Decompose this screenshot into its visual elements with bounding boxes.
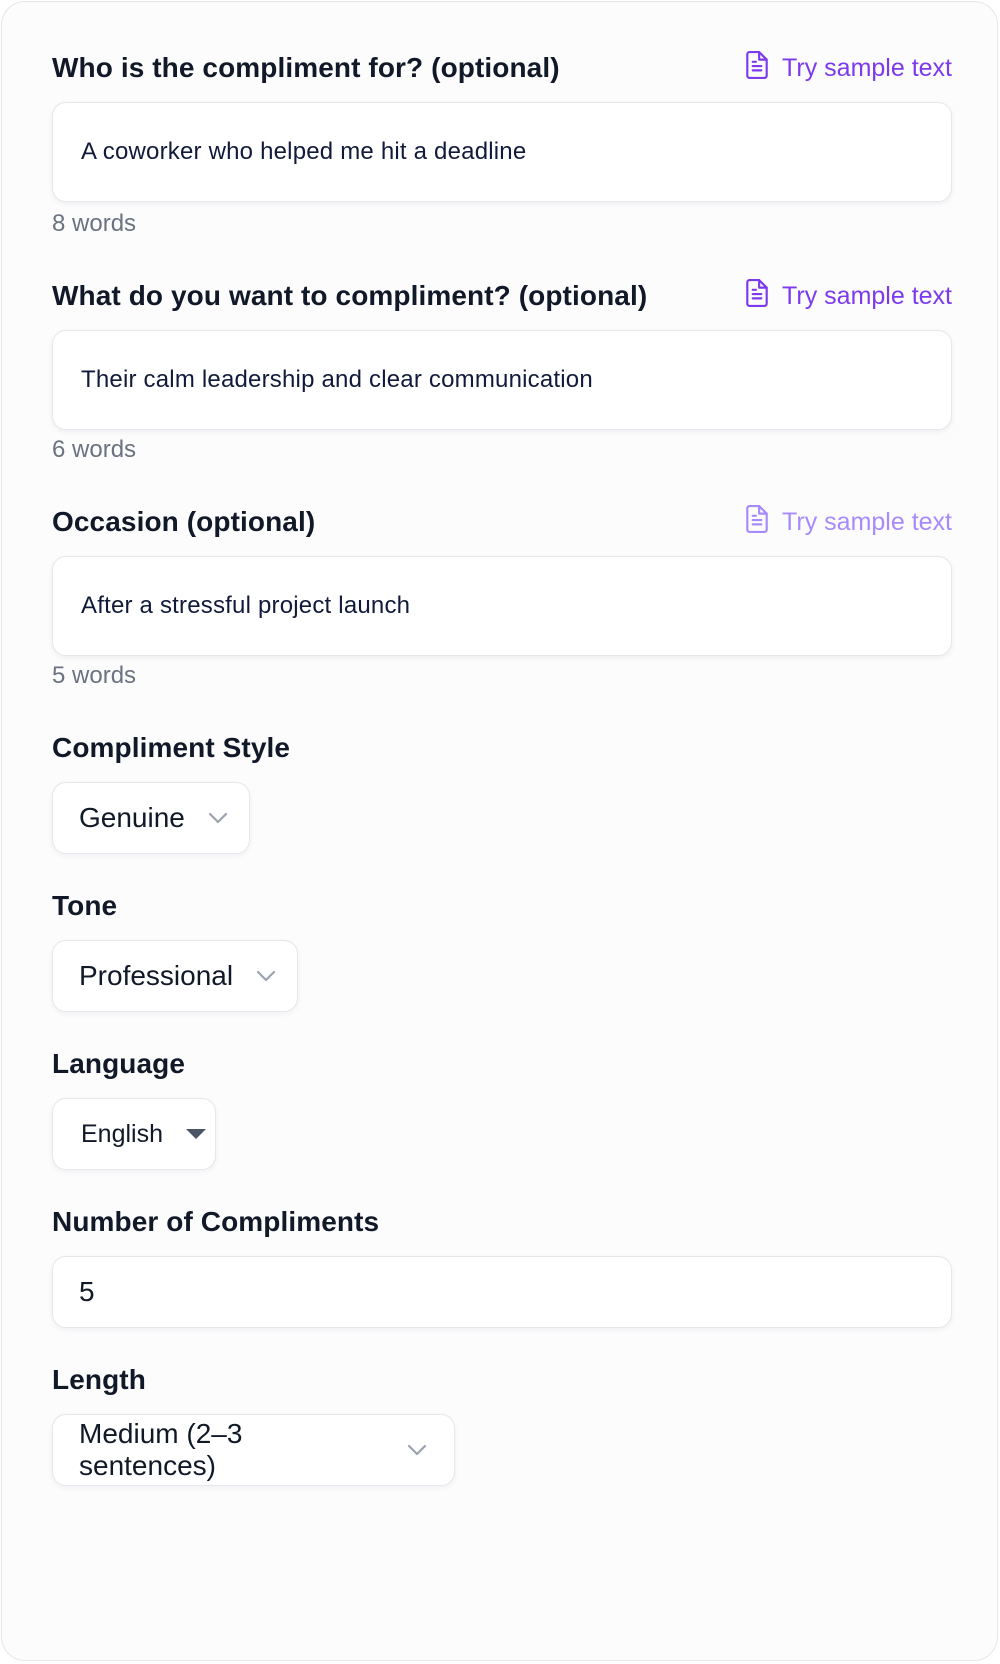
tone-select[interactable]: Professional [52, 940, 298, 1012]
length-label-row: Length [52, 1362, 952, 1398]
document-icon [744, 504, 770, 540]
chevron-down-icon [207, 811, 229, 825]
count-label: Number of Compliments [52, 1206, 380, 1237]
occasion-label-row: Occasion (optional) Try sample text [52, 504, 952, 540]
occasion-sample-link[interactable]: Try sample text [744, 504, 952, 540]
language-select[interactable]: English [52, 1098, 216, 1170]
tone-selected-value: Professional [79, 960, 234, 991]
occasion-label: Occasion (optional) [52, 506, 316, 537]
recipient-label-row: Who is the compliment for? (optional) Tr… [52, 50, 952, 86]
count-input[interactable]: 5 [52, 1256, 952, 1328]
sample-link-label: Try sample text [782, 507, 952, 536]
subject-label-row: What do you want to compliment? (optiona… [52, 278, 952, 314]
subject-word-count: 6 words [52, 436, 137, 463]
style-label: Compliment Style [52, 732, 291, 763]
occasion-word-count: 5 words [52, 662, 137, 689]
language-label-row: Language [52, 1046, 952, 1082]
document-icon [744, 50, 770, 86]
compliment-form-card: Who is the compliment for? (optional) Tr… [1, 1, 998, 1661]
recipient-sample-link[interactable]: Try sample text [744, 50, 952, 86]
sample-link-label: Try sample text [782, 281, 952, 310]
chevron-down-icon [255, 969, 277, 983]
style-label-row: Compliment Style [52, 730, 952, 766]
subject-input[interactable]: Their calm leadership and clear communic… [52, 330, 952, 430]
tone-label-row: Tone [52, 888, 952, 924]
subject-label: What do you want to compliment? (optiona… [52, 280, 648, 311]
length-select[interactable]: Medium (2–3 sentences) [52, 1414, 455, 1486]
style-select[interactable]: Genuine [52, 782, 250, 854]
caret-down-icon [185, 1128, 207, 1140]
language-selected-value: English [81, 1119, 163, 1148]
count-label-row: Number of Compliments [52, 1204, 952, 1240]
tone-label: Tone [52, 890, 118, 921]
style-selected-value: Genuine [79, 802, 185, 833]
recipient-input[interactable]: A coworker who helped me hit a deadline [52, 102, 952, 202]
subject-sample-link[interactable]: Try sample text [744, 278, 952, 314]
sample-link-label: Try sample text [782, 53, 952, 82]
chevron-down-icon [406, 1443, 428, 1457]
document-icon [744, 278, 770, 314]
length-selected-value: Medium (2–3 sentences) [79, 1418, 243, 1481]
language-label: Language [52, 1048, 186, 1079]
recipient-label: Who is the compliment for? (optional) [52, 52, 560, 83]
length-label: Length [52, 1364, 146, 1395]
recipient-word-count: 8 words [52, 210, 137, 237]
occasion-input[interactable]: After a stressful project launch [52, 556, 952, 656]
